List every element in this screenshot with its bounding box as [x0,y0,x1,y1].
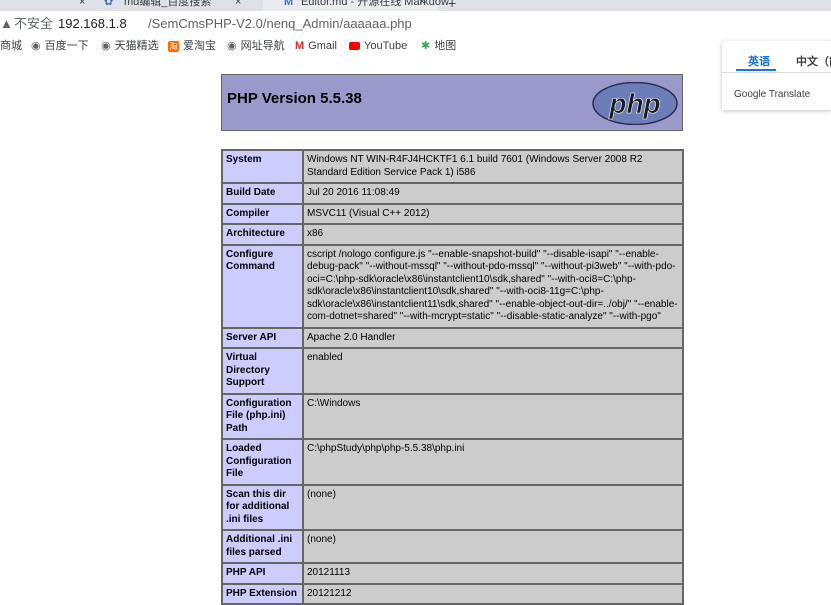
info-label: Scan this dir for additional .ini files [222,484,303,530]
address-bar[interactable]: ▲ 不安全 | 192.168.1.8 /SemCmsPHP-V2.0/nenq… [0,11,831,36]
info-value: x86 [303,224,683,245]
info-value: 20121212 [303,583,683,604]
info-row: Loaded Configuration File C:\phpStudy\php… [222,439,683,485]
globe-icon: ◉ [101,40,111,52]
bookmark-item[interactable]: 商城 [0,36,22,56]
tab-strip: × ✿ md编辑_百度搜索 × M Editor.md - 开源在线 Markd… [0,0,831,11]
translate-tab-target[interactable]: 中文（简 [796,53,831,69]
bookmark-item[interactable]: ✱ 地图 [421,36,456,56]
info-label: Configure Command [222,244,303,328]
browser-tab[interactable]: ✿ md编辑_百度搜索 × [102,0,258,11]
info-value: C:\phpStudy\php\php-5.5.38\php.ini [303,439,683,485]
editormd-icon: M [284,0,294,8]
bookmark-item[interactable]: YouTube [349,36,407,56]
info-label: Additional .ini files parsed [222,530,303,563]
bookmark-label: YouTube [364,40,408,52]
php-logo-text: php [608,88,660,119]
gmail-icon: M [295,40,305,52]
info-label: System [222,150,303,183]
info-row: Compiler MSVC11 (Visual C++ 2012) [222,203,683,224]
bookmark-item[interactable]: ◉ 网址导航 [227,36,285,56]
browser-tab[interactable]: × [0,0,100,11]
close-icon[interactable]: × [419,0,425,11]
warning-icon[interactable]: ▲ [0,11,13,36]
url-path[interactable]: /SemCmsPHP-V2.0/nenq_Admin/aaaaaa.php [148,11,412,36]
info-value: (none) [303,484,683,530]
info-row: Additional .ini files parsed (none) [222,530,683,563]
taobao-icon: 淘 [168,40,179,52]
translate-popup: 英语 中文（简 Google Translate [722,41,831,110]
bookmark-label: 天猫精选 [114,40,159,52]
bookmark-label: 百度一下 [44,40,89,52]
bookmark-label: 网址导航 [240,40,285,52]
page-title: PHP Version 5.5.38 [227,90,362,107]
info-row: Build Date Jul 20 2016 11:08:49 [222,183,683,204]
info-row: Configuration File (php.ini) Path C:\Wind… [222,393,683,439]
bookmark-item[interactable]: ◉ 百度一下 [31,36,89,56]
bookmark-label: 商城 [0,40,22,52]
active-tab-indicator [736,69,776,71]
info-label: Server API [222,327,303,348]
info-value: enabled [303,348,683,394]
php-info-table: System Windows NT WIN-R4FJ4HCKTF1 6.1 bui… [221,149,684,605]
bookmark-label: Gmail [308,40,337,52]
info-label: Loaded Configuration File [222,439,303,485]
info-row: Scan this dir for additional .ini files(… [222,484,683,530]
browser-tab[interactable]: M Editor.md - 开源在线 Markdow × [263,0,449,11]
info-label: Configuration File (php.ini) Path [222,393,303,439]
info-label: Virtual Directory Support [222,348,303,394]
close-icon[interactable]: × [79,0,85,11]
close-icon[interactable]: × [235,0,241,11]
info-row: Virtual Directory Support enabled [222,348,683,394]
info-label: PHP API [222,563,303,584]
info-label: Compiler [222,203,303,224]
info-value: (none) [303,530,683,563]
info-value: 20121113 [303,563,683,584]
info-row: PHP Extension 20121212 [222,583,683,604]
url-host[interactable]: 192.168.1.8 [58,11,127,36]
new-tab-button[interactable]: + [448,0,456,11]
bookmark-item[interactable]: M Gmail [295,36,337,56]
tab-title: md编辑_百度搜索 [124,0,212,8]
info-row: Configure Command cscript /nologo configu… [222,244,683,328]
globe-icon: ◉ [227,40,237,52]
info-value: C:\Windows [303,393,683,439]
globe-icon: ◉ [31,40,41,52]
info-row: PHP API 20121113 [222,563,683,584]
bookmark-item[interactable]: 淘爱淘宝 [168,36,216,56]
bookmark-label: 地图 [434,40,457,52]
info-label: PHP Extension [222,583,303,604]
baidu-paw-icon: ✿ [104,0,114,8]
bookmarks-bar: 商城 ◉ 百度一下 ◉ 天猫精选 淘爱淘宝 ◉ 网址导航 M Gmail YouTube… [0,36,831,56]
php-logo[interactable]: php [592,82,678,125]
maps-icon: ✱ [421,40,431,52]
info-label: Architecture [222,224,303,245]
info-value: Jul 20 2016 11:08:49 [303,183,683,204]
tab-title: Editor.md - 开源在线 Markdow [301,0,449,8]
translate-tab-source[interactable]: 英语 [748,53,770,69]
youtube-icon [349,42,360,51]
bookmark-label: 爱淘宝 [183,40,216,52]
info-value: cscript /nologo configure.js "--enable-s… [303,244,683,328]
info-row: Architecture x86 [222,224,683,245]
address-separator: | [48,16,52,31]
info-value: MSVC11 (Visual C++ 2012) [303,203,683,224]
info-row: System Windows NT WIN-R4FJ4HCKTF1 6.1 bui… [222,150,683,183]
bookmark-item[interactable]: ◉ 天猫精选 [101,36,159,56]
php-version-header: PHP Version 5.5.38 php [221,74,683,131]
info-row: Server API Apache 2.0 Handler [222,327,683,348]
info-label: Build Date [222,183,303,204]
info-value: Apache 2.0 Handler [303,327,683,348]
info-value: Windows NT WIN-R4FJ4HCKTF1 6.1 build 760… [303,150,683,183]
translate-brand: Google Translate [734,89,811,100]
divider [722,72,831,73]
